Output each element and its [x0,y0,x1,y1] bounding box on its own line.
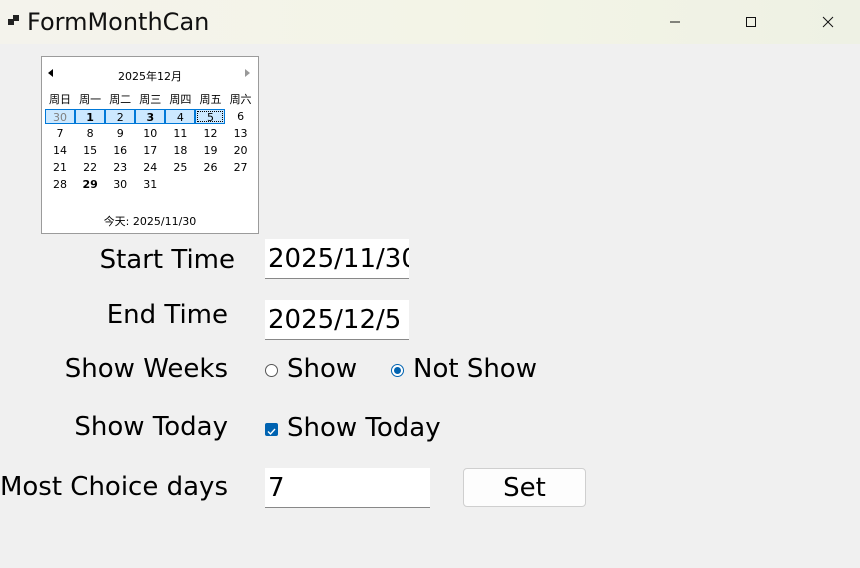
calendar-day[interactable]: 19 [195,143,225,158]
calendar-grid: 周日 周一 周二 周三 周四 周五 周六 30 1 2 3 4 5 6 7 8 … [45,92,256,194]
show-weeks-radio-not-show[interactable] [391,364,404,377]
title-bar: FormMonthCan [0,0,860,44]
weekday-label: 周四 [169,93,192,106]
calendar-day[interactable]: 8 [75,126,105,141]
calendar-day[interactable]: 2 [105,109,136,124]
start-time-label: Start Time [99,245,235,275]
calendar-week: 7 8 9 10 11 12 13 [45,126,256,143]
calendar-day[interactable]: 31 [135,177,165,192]
calendar-day [165,177,195,192]
calendar-day[interactable]: 30 [105,177,135,192]
calendar-day[interactable]: 1 [75,109,106,124]
calendar-week: 21 22 23 24 25 26 27 [45,160,256,177]
calendar-day[interactable]: 16 [105,143,135,158]
month-calendar[interactable]: 2025年12月 周日 周一 周二 周三 周四 周五 周六 30 1 2 3 4… [41,56,259,234]
start-time-picker[interactable]: 2025/11/30 [265,239,409,279]
close-icon [822,16,834,28]
calendar-day[interactable]: 21 [45,160,75,175]
today-link[interactable]: 今天: 2025/11/30 [42,213,258,229]
calendar-day[interactable]: 13 [226,126,256,141]
end-time-label: End Time [106,300,228,330]
most-choice-days-input[interactable] [265,468,430,508]
window-title: FormMonthCan [27,8,210,36]
calendar-day[interactable]: 26 [195,160,225,175]
minimize-button[interactable] [652,0,698,44]
calendar-day[interactable]: 14 [45,143,75,158]
show-weeks-label: Show Weeks [64,354,228,384]
weekday-label: 周三 [139,93,162,106]
checkmark-icon [267,428,276,436]
calendar-day[interactable]: 15 [75,143,105,158]
calendar-week: 30 1 2 3 4 5 6 [45,109,256,126]
calendar-month-title[interactable]: 2025年12月 [42,68,258,84]
maximize-icon [746,17,756,27]
weekday-label: 周日 [49,93,71,106]
calendar-day[interactable]: 25 [165,160,195,175]
next-month-icon[interactable] [245,69,250,77]
calendar-day[interactable]: 10 [135,126,165,141]
maximize-button[interactable] [728,0,774,44]
calendar-day[interactable]: 23 [105,160,135,175]
most-choice-days-label: Most Choice days [0,472,228,502]
set-button[interactable]: Set [463,468,586,507]
calendar-day[interactable]: 12 [195,126,225,141]
calendar-day[interactable]: 29 [75,177,105,192]
weekday-header: 周日 周一 周二 周三 周四 周五 周六 [45,92,256,109]
weekday-label: 周一 [79,93,102,106]
calendar-week: 28 29 30 31 [45,177,256,194]
calendar-day[interactable]: 4 [165,109,196,124]
calendar-day[interactable]: 20 [226,143,256,158]
calendar-day[interactable]: 11 [165,126,195,141]
minimize-icon [670,21,680,23]
show-weeks-option-not-show[interactable]: Not Show [413,354,537,384]
calendar-day [195,177,225,192]
calendar-day[interactable]: 17 [135,143,165,158]
calendar-day[interactable]: 30 [45,109,75,124]
calendar-day[interactable]: 7 [45,126,75,141]
show-today-label: Show Today [74,412,228,442]
calendar-day[interactable]: 28 [45,177,75,192]
close-button[interactable] [805,0,851,44]
show-weeks-radio-show[interactable] [265,364,278,377]
calendar-day[interactable]: 18 [165,143,195,158]
calendar-day[interactable]: 5 [195,109,226,124]
app-icon [8,15,20,27]
calendar-day [226,177,256,192]
calendar-day[interactable]: 24 [135,160,165,175]
weekday-label: 周五 [199,93,222,106]
weekday-label: 周六 [229,93,252,106]
calendar-week: 14 15 16 17 18 19 20 [45,143,256,160]
calendar-day[interactable]: 27 [226,160,256,175]
show-today-checkbox-label[interactable]: Show Today [287,413,441,443]
calendar-day[interactable]: 9 [105,126,135,141]
end-time-picker[interactable]: 2025/12/5 [265,300,409,340]
calendar-day[interactable]: 6 [226,109,256,124]
weekday-label: 周二 [109,93,132,106]
calendar-day[interactable]: 22 [75,160,105,175]
show-weeks-option-show[interactable]: Show [287,354,357,384]
show-today-checkbox[interactable] [265,423,278,436]
calendar-day[interactable]: 3 [135,109,166,124]
